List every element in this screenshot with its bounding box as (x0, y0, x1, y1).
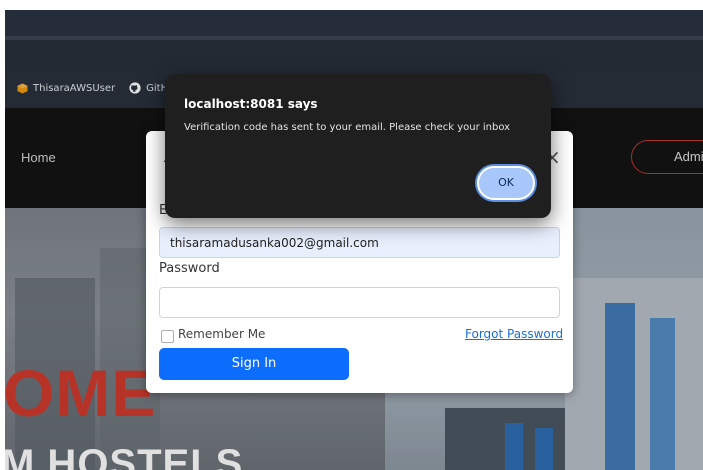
ok-button[interactable]: OK (477, 166, 535, 200)
remember-me-label[interactable]: Remember Me (178, 327, 265, 341)
password-field[interactable] (159, 287, 560, 318)
alert-message: Verification code has sent to your email… (184, 122, 511, 133)
password-label: Password (159, 261, 220, 276)
forgot-password-link[interactable]: Forgot Password (465, 327, 563, 341)
email-field[interactable]: thisaramadusanka002@gmail.com (159, 227, 560, 258)
remember-me-checkbox[interactable] (161, 330, 174, 343)
alert-title: localhost:8081 says (184, 97, 318, 111)
sign-in-button[interactable]: Sign In (159, 348, 349, 380)
alert-dialog: localhost:8081 says Verification code ha… (165, 74, 551, 218)
